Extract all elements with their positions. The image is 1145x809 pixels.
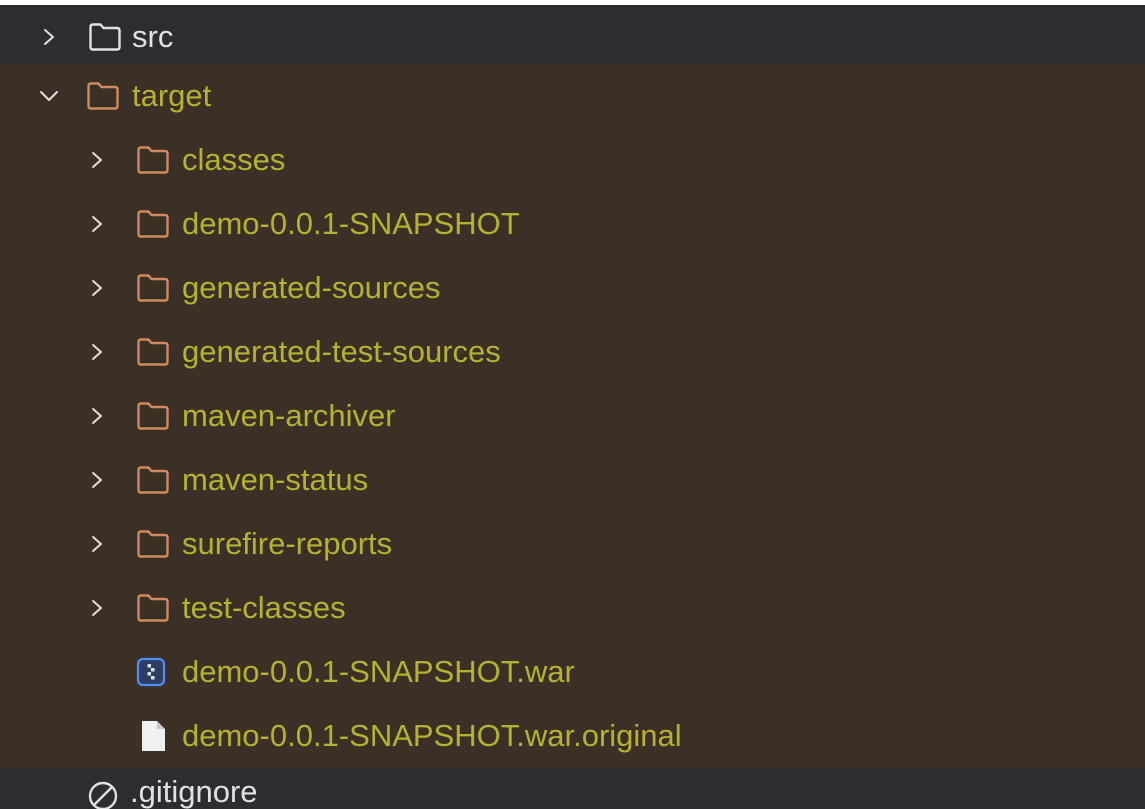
tree-item-demo-war[interactable]: demo-0.0.1-SNAPSHOT.war (0, 640, 1145, 704)
tree-item-label: generated-test-sources (182, 334, 501, 369)
tree-item-label: target (132, 78, 212, 113)
tree-item-target[interactable]: target (0, 64, 1145, 128)
folder-icon (137, 530, 169, 558)
tree-item-gitignore[interactable]: .gitignore (0, 768, 1145, 809)
war-archive-icon (136, 657, 166, 687)
folder-icon (137, 594, 169, 622)
chevron-right-icon[interactable] (88, 406, 106, 426)
tree-item-label: generated-sources (182, 270, 441, 305)
project-tree: src target classes demo-0.0.1-SNAPSHOT g… (0, 0, 1145, 809)
chevron-right-icon[interactable] (88, 342, 106, 362)
folder-icon (87, 82, 119, 110)
folder-icon (137, 274, 169, 302)
tree-item-label: demo-0.0.1-SNAPSHOT (182, 206, 520, 241)
tree-item-demo-snapshot-folder[interactable]: demo-0.0.1-SNAPSHOT (0, 192, 1145, 256)
tree-item-label: src (132, 19, 174, 54)
chevron-right-icon[interactable] (88, 534, 106, 554)
tree-item-maven-status[interactable]: maven-status (0, 448, 1145, 512)
tree-item-label: maven-status (182, 462, 369, 497)
folder-icon (89, 23, 121, 51)
chevron-right-icon[interactable] (88, 150, 106, 170)
folder-icon (137, 466, 169, 494)
tree-item-generated-sources[interactable]: generated-sources (0, 256, 1145, 320)
chevron-right-icon[interactable] (40, 27, 58, 47)
tree-item-maven-archiver[interactable]: maven-archiver (0, 384, 1145, 448)
tree-item-label: test-classes (182, 590, 346, 625)
chevron-right-icon[interactable] (88, 598, 106, 618)
file-icon (142, 721, 165, 751)
chevron-right-icon[interactable] (88, 214, 106, 234)
ignored-file-icon (88, 781, 118, 809)
tree-item-generated-test-sources[interactable]: generated-test-sources (0, 320, 1145, 384)
tree-item-label: surefire-reports (182, 526, 393, 561)
tree-item-label: maven-archiver (182, 398, 396, 433)
tree-item-label: demo-0.0.1-SNAPSHOT.war.original (182, 718, 682, 753)
tree-item-src[interactable]: src (0, 5, 1145, 69)
tree-item-label: classes (182, 142, 286, 177)
tree-item-test-classes[interactable]: test-classes (0, 576, 1145, 640)
tree-item-label: .gitignore (130, 774, 258, 809)
chevron-down-icon[interactable] (38, 86, 60, 106)
folder-icon (137, 338, 169, 366)
tree-item-label: demo-0.0.1-SNAPSHOT.war (182, 654, 575, 689)
tree-item-demo-war-original[interactable]: demo-0.0.1-SNAPSHOT.war.original (0, 704, 1145, 768)
tree-item-classes[interactable]: classes (0, 128, 1145, 192)
chevron-right-icon[interactable] (88, 470, 106, 490)
folder-icon (137, 210, 169, 238)
folder-icon (137, 402, 169, 430)
tree-item-surefire-reports[interactable]: surefire-reports (0, 512, 1145, 576)
chevron-right-icon[interactable] (88, 278, 106, 298)
folder-icon (137, 146, 169, 174)
